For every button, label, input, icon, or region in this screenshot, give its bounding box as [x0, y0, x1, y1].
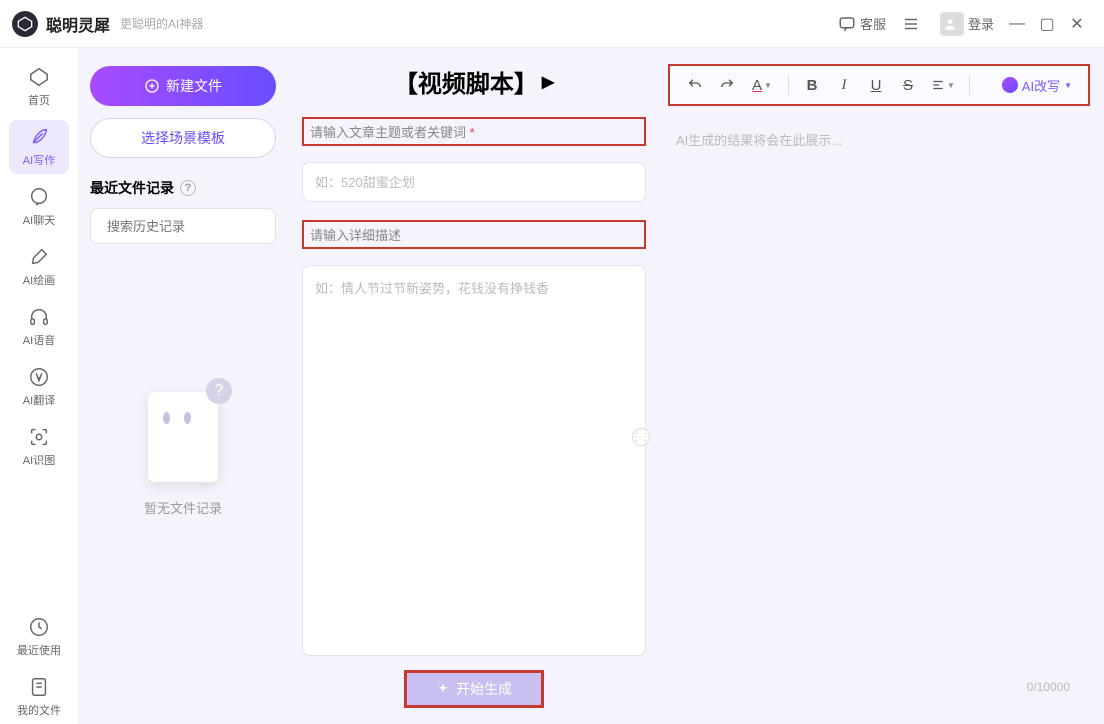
scene-title[interactable]: 【视频脚本】 ▶ [302, 64, 646, 99]
italic-button[interactable]: I [829, 70, 859, 100]
topic-input[interactable] [302, 162, 646, 202]
file-icon [28, 676, 50, 698]
title-bar: 聪明灵犀 更聪明的AI神器 客服 登录 — ▢ ✕ [0, 0, 1104, 48]
sidebar-item-translate[interactable]: AI翻译 [9, 360, 69, 414]
menu-button[interactable] [902, 15, 924, 33]
sparkle-icon [436, 682, 450, 696]
sidebar: 首页 AI写作 AI聊天 AI绘画 AI语音 AI翻译 AI识图 最 [0, 48, 78, 724]
maximize-button[interactable]: ▢ [1032, 14, 1062, 34]
new-file-button[interactable]: 新建文件 [90, 66, 276, 106]
output-panel: A▼ B I U S ▼ AI改写 ▼ AI生成的结果将会在此展示... 0/1… [660, 48, 1104, 724]
detail-label: 请输入详细描述 [302, 220, 646, 249]
file-panel: 新建文件 选择场景模板 最近文件记录 ? ? 暂无文件记录 [78, 48, 288, 724]
ai-sparkle-icon [1002, 77, 1018, 93]
empty-text: 暂无文件记录 [90, 498, 276, 517]
result-area[interactable]: AI生成的结果将会在此展示... 0/10000 [668, 122, 1090, 708]
underline-button[interactable]: U [861, 70, 891, 100]
search-input[interactable] [107, 219, 283, 234]
generate-button[interactable]: 开始生成 [404, 670, 544, 708]
undo-button[interactable] [680, 70, 710, 100]
align-icon [931, 78, 945, 92]
choose-template-button[interactable]: 选择场景模板 [90, 118, 276, 158]
sidebar-item-writing[interactable]: AI写作 [9, 120, 69, 174]
dropdown-triangle-icon: ▶ [542, 72, 554, 92]
help-icon[interactable]: ? [180, 180, 196, 196]
result-placeholder: AI生成的结果将会在此展示... [676, 133, 842, 148]
redo-button[interactable] [712, 70, 742, 100]
char-counter: 0/10000 [1027, 680, 1070, 694]
sidebar-item-myfiles[interactable]: 我的文件 [9, 670, 69, 724]
home-icon [28, 66, 50, 88]
search-history-box[interactable] [90, 208, 276, 244]
undo-icon [687, 77, 703, 93]
headphone-icon [28, 306, 50, 328]
empty-illustration-icon: ? [138, 384, 228, 484]
feather-icon [28, 126, 50, 148]
text-color-button[interactable]: A▼ [744, 70, 780, 100]
sidebar-item-voice[interactable]: AI语音 [9, 300, 69, 354]
image-scan-icon [28, 426, 50, 448]
sidebar-item-recent[interactable]: 最近使用 [9, 610, 69, 664]
support-button[interactable]: 客服 [838, 14, 886, 33]
translate-icon [28, 366, 50, 388]
strike-button[interactable]: S [893, 70, 923, 100]
bold-button[interactable]: B [797, 70, 827, 100]
editor-toolbar: A▼ B I U S ▼ AI改写 ▼ [668, 64, 1090, 106]
empty-state: ? 暂无文件记录 [90, 384, 276, 517]
topic-label: 请输入文章主题或者关键词 * [302, 117, 646, 146]
resize-handle[interactable]: ⋮⋮ [632, 428, 650, 446]
avatar-icon [940, 12, 964, 36]
history-icon [28, 616, 50, 638]
brush-icon [28, 246, 50, 268]
detail-textarea[interactable] [302, 265, 646, 656]
chat-icon [28, 186, 50, 208]
sidebar-item-home[interactable]: 首页 [9, 60, 69, 114]
app-slogan: 更聪明的AI神器 [120, 15, 203, 32]
minimize-button[interactable]: — [1002, 15, 1032, 33]
chat-bubble-icon [838, 15, 856, 33]
hamburger-icon [902, 15, 920, 33]
close-button[interactable]: ✕ [1062, 14, 1092, 34]
sidebar-item-chat[interactable]: AI聊天 [9, 180, 69, 234]
recent-files-header: 最近文件记录 ? [90, 178, 276, 198]
redo-icon [719, 77, 735, 93]
sidebar-item-paint[interactable]: AI绘画 [9, 240, 69, 294]
login-button[interactable]: 登录 [940, 12, 994, 36]
app-name: 聪明灵犀 [46, 12, 110, 36]
align-button[interactable]: ▼ [925, 70, 961, 100]
sidebar-item-vision[interactable]: AI识图 [9, 420, 69, 474]
ai-rewrite-button[interactable]: AI改写 ▼ [996, 76, 1078, 95]
input-panel: 【视频脚本】 ▶ 请输入文章主题或者关键词 * 请输入详细描述 开始生成 [288, 48, 660, 724]
app-logo-icon [12, 11, 38, 37]
plus-circle-icon [144, 78, 160, 94]
